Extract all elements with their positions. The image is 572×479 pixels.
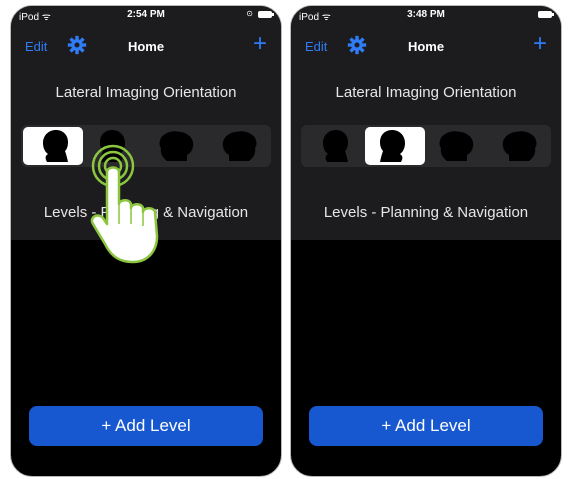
section-title: Lateral Imaging Orientation (335, 84, 517, 101)
phone-screen-after: iPod ᯤ 3:48 PM Edit Home + Lateral Imagi… (290, 5, 562, 477)
orientation-option-1[interactable] (23, 127, 83, 165)
section-title: Lateral Imaging Orientation (55, 84, 237, 101)
head-side-left-icon (439, 131, 474, 161)
alarm-icon: ⊙ (246, 9, 253, 18)
head-profile-right-icon (43, 130, 68, 162)
orientation-option-3[interactable] (427, 127, 487, 165)
status-time: 3:48 PM (407, 9, 445, 20)
levels-label: Levels - Planning & Navigation (323, 204, 529, 221)
orientation-option-4[interactable] (209, 127, 269, 165)
page-title: Home (127, 39, 165, 54)
add-icon[interactable]: + (253, 32, 267, 56)
page-title: Home (407, 39, 445, 54)
orientation-option-2[interactable] (365, 127, 425, 165)
head-profile-back-icon (380, 130, 405, 162)
orientation-section: Lateral Imaging Orientation Levels - Pla… (291, 68, 561, 240)
navigation-bar: Edit Home + (291, 24, 561, 68)
head-profile-right-icon (323, 130, 348, 162)
status-bar: iPod ᯤ 3:48 PM (291, 6, 561, 24)
navigation-bar: Edit Home + (11, 24, 281, 68)
add-icon[interactable]: + (533, 32, 547, 56)
orientation-option-1[interactable] (303, 127, 363, 165)
battery-icon (538, 11, 554, 18)
add-level-button[interactable]: + Add Level (29, 406, 263, 446)
orientation-option-4[interactable] (489, 127, 549, 165)
status-bar: iPod ᯤ 2:54 PM ⊙ (11, 6, 281, 24)
status-time: 2:54 PM (127, 9, 165, 20)
add-level-button[interactable]: + Add Level (309, 406, 543, 446)
phone-screen-before: iPod ᯤ 2:54 PM ⊙ Edit Home + Lateral Ima… (10, 5, 282, 477)
orientation-segmented-control (301, 125, 551, 167)
tap-hand-icon (90, 144, 159, 264)
head-side-right-icon (502, 131, 537, 161)
head-side-right-icon (222, 131, 257, 161)
battery-icon (258, 11, 274, 18)
